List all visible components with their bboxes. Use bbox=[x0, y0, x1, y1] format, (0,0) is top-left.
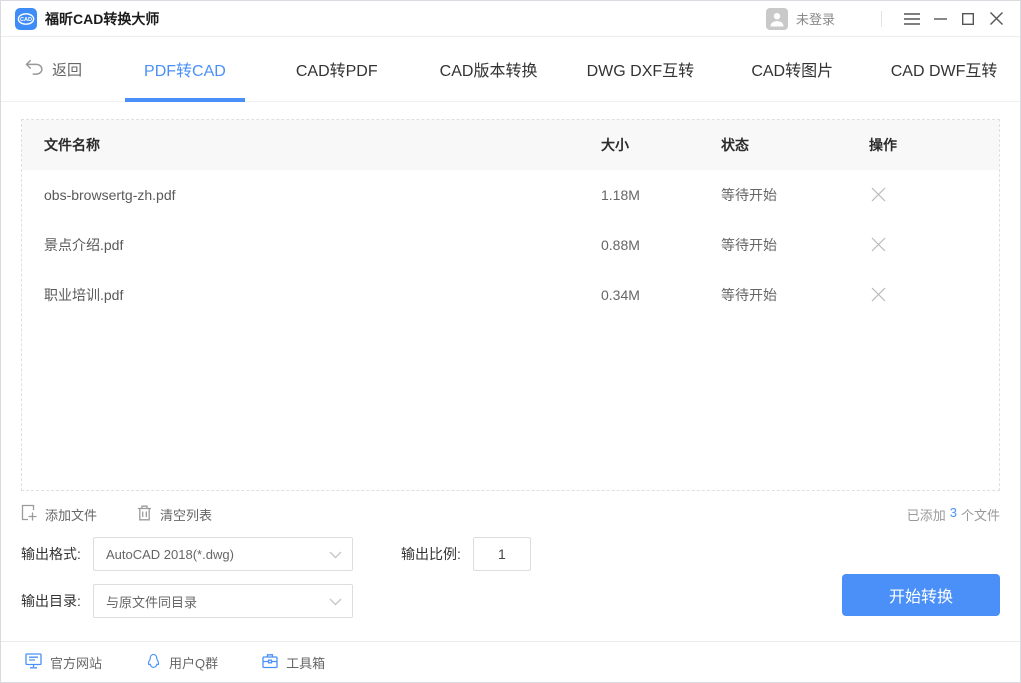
output-dir-label: 输出目录: bbox=[21, 591, 93, 611]
output-dir-select[interactable]: 与原文件同目录 bbox=[93, 584, 353, 618]
svg-text:CAD: CAD bbox=[20, 17, 32, 23]
toolbox-label: 工具箱 bbox=[286, 653, 325, 672]
close-icon[interactable] bbox=[982, 5, 1010, 33]
user-qq-group-label: 用户Q群 bbox=[169, 653, 218, 672]
header-status: 状态 bbox=[721, 135, 869, 155]
back-label: 返回 bbox=[52, 59, 82, 80]
file-status: 等待开始 bbox=[721, 285, 869, 305]
header-file-name: 文件名称 bbox=[22, 135, 601, 155]
user-qq-group-link[interactable]: 用户Q群 bbox=[146, 653, 218, 672]
monitor-icon bbox=[25, 653, 50, 672]
tab-bar: 返回 PDF转CAD CAD转PDF CAD版本转换 DWG DXF互转 CAD… bbox=[1, 37, 1020, 102]
app-logo-icon: CAD bbox=[15, 8, 37, 30]
file-table: 文件名称 大小 状态 操作 obs-browsertg-zh.pdf 1.18M… bbox=[21, 119, 1000, 491]
output-format-select[interactable]: AutoCAD 2018(*.dwg) bbox=[93, 537, 353, 571]
table-row: 景点介绍.pdf 0.88M 等待开始 bbox=[22, 220, 999, 270]
tab-pdf-to-cad[interactable]: PDF转CAD bbox=[109, 37, 261, 101]
file-name: 景点介绍.pdf bbox=[22, 235, 601, 255]
file-name: obs-browsertg-zh.pdf bbox=[22, 187, 601, 203]
maximize-icon[interactable] bbox=[954, 5, 982, 33]
tab-list: PDF转CAD CAD转PDF CAD版本转换 DWG DXF互转 CAD转图片… bbox=[109, 37, 1020, 101]
add-files-label: 添加文件 bbox=[45, 505, 97, 524]
options-panel: 输出格式: AutoCAD 2018(*.dwg) 输出比例: 输出目录: 与原… bbox=[21, 537, 1000, 631]
trash-icon bbox=[137, 505, 160, 524]
official-website-link[interactable]: 官方网站 bbox=[25, 653, 102, 672]
app-title: 福昕CAD转换大师 bbox=[45, 9, 159, 29]
titlebar-divider bbox=[881, 11, 882, 27]
chevron-down-icon bbox=[329, 594, 342, 609]
table-row: obs-browsertg-zh.pdf 1.18M 等待开始 bbox=[22, 170, 999, 220]
table-header: 文件名称 大小 状态 操作 bbox=[22, 120, 999, 170]
minimize-icon[interactable] bbox=[926, 5, 954, 33]
file-size: 1.18M bbox=[601, 187, 721, 203]
header-size: 大小 bbox=[601, 135, 721, 155]
remove-file-icon[interactable] bbox=[869, 235, 887, 253]
back-button[interactable]: 返回 bbox=[1, 37, 109, 101]
list-toolbar: 添加文件 清空列表 已添加 3 个文件 bbox=[21, 491, 1000, 537]
added-suffix: 个文件 bbox=[961, 505, 1000, 524]
tab-cad-to-image[interactable]: CAD转图片 bbox=[716, 37, 868, 101]
remove-file-icon[interactable] bbox=[869, 185, 887, 203]
title-bar: CAD 福昕CAD转换大师 未登录 bbox=[1, 1, 1020, 37]
footer-bar: 官方网站 用户Q群 工具箱 bbox=[1, 641, 1020, 682]
tab-cad-dwf-convert[interactable]: CAD DWF互转 bbox=[868, 37, 1020, 101]
avatar[interactable] bbox=[766, 8, 788, 30]
table-body: obs-browsertg-zh.pdf 1.18M 等待开始 景点介绍.pdf… bbox=[22, 170, 999, 320]
tab-dwg-dxf-convert[interactable]: DWG DXF互转 bbox=[564, 37, 716, 101]
chevron-down-icon bbox=[329, 547, 342, 562]
toolbox-link[interactable]: 工具箱 bbox=[262, 653, 325, 672]
added-prefix: 已添加 bbox=[907, 505, 946, 524]
output-format-label: 输出格式: bbox=[21, 544, 93, 564]
file-status: 等待开始 bbox=[721, 235, 869, 255]
official-website-label: 官方网站 bbox=[50, 653, 102, 672]
output-scale-label: 输出比例: bbox=[401, 544, 461, 564]
toolbox-icon bbox=[262, 653, 286, 672]
start-convert-button[interactable]: 开始转换 bbox=[842, 574, 1000, 616]
file-size: 0.88M bbox=[601, 237, 721, 253]
clear-list-button[interactable]: 清空列表 bbox=[137, 505, 212, 524]
output-format-value: AutoCAD 2018(*.dwg) bbox=[106, 547, 234, 562]
login-status[interactable]: 未登录 bbox=[796, 9, 835, 28]
header-action: 操作 bbox=[869, 135, 999, 155]
output-dir-value: 与原文件同目录 bbox=[106, 592, 197, 611]
qq-icon bbox=[146, 653, 169, 672]
tab-cad-version-convert[interactable]: CAD版本转换 bbox=[413, 37, 565, 101]
clear-list-label: 清空列表 bbox=[160, 505, 212, 524]
add-files-button[interactable]: 添加文件 bbox=[21, 504, 97, 524]
back-arrow-icon bbox=[25, 59, 52, 79]
menu-icon[interactable] bbox=[898, 5, 926, 33]
added-count: 3 bbox=[950, 505, 957, 524]
table-row: 职业培训.pdf 0.34M 等待开始 bbox=[22, 270, 999, 320]
file-name: 职业培训.pdf bbox=[22, 285, 601, 305]
output-scale-input[interactable] bbox=[473, 537, 531, 571]
added-files-summary: 已添加 3 个文件 bbox=[907, 505, 1000, 524]
file-size: 0.34M bbox=[601, 287, 721, 303]
add-file-icon bbox=[21, 504, 45, 524]
remove-file-icon[interactable] bbox=[869, 285, 887, 303]
tab-cad-to-pdf[interactable]: CAD转PDF bbox=[261, 37, 413, 101]
file-status: 等待开始 bbox=[721, 185, 869, 205]
